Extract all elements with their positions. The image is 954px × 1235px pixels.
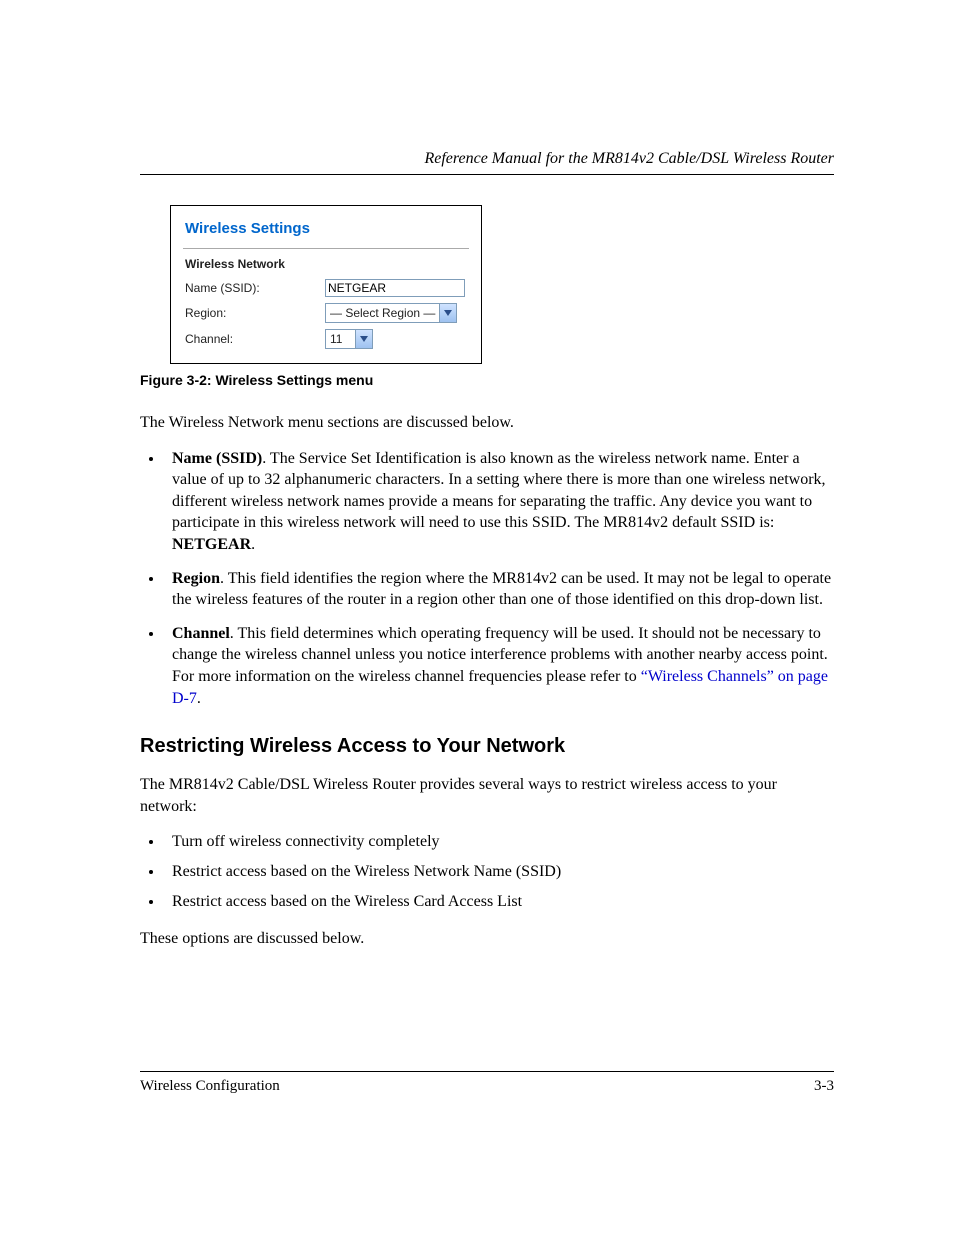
settings-description-list: Name (SSID). The Service Set Identificat… (140, 448, 834, 710)
ssid-label: Name (SSID): (185, 281, 325, 295)
wireless-settings-panel: Wireless Settings Wireless Network Name … (170, 205, 482, 364)
footer-page-number: 3-3 (814, 1078, 834, 1095)
channel-period: . (197, 690, 201, 707)
region-term: Region (172, 570, 220, 587)
restrict-intro: The MR814v2 Cable/DSL Wireless Router pr… (140, 774, 834, 817)
ssid-period: . (251, 536, 255, 553)
figure-caption: Figure 3-2: Wireless Settings menu (140, 372, 834, 388)
footer-section: Wireless Configuration (140, 1078, 280, 1095)
channel-select-value: 11 (326, 330, 355, 348)
channel-term: Channel (172, 625, 230, 642)
page-footer: Wireless Configuration 3-3 (140, 1071, 834, 1095)
region-row: Region: — Select Region — (185, 303, 467, 323)
ssid-default: NETGEAR (172, 536, 251, 553)
running-header: Reference Manual for the MR814v2 Cable/D… (140, 150, 834, 175)
list-item: Region. This field identifies the region… (164, 568, 834, 611)
list-item: Turn off wireless connectivity completel… (164, 831, 834, 853)
ssid-input[interactable] (325, 279, 465, 297)
restricting-access-heading: Restricting Wireless Access to Your Netw… (140, 735, 834, 758)
list-item: Name (SSID). The Service Set Identificat… (164, 448, 834, 556)
region-select-value: — Select Region — (326, 304, 439, 322)
channel-select[interactable]: 11 (325, 329, 373, 349)
intro-paragraph: The Wireless Network menu sections are d… (140, 412, 834, 434)
document-page: Reference Manual for the MR814v2 Cable/D… (0, 0, 954, 1235)
ssid-term: Name (SSID) (172, 450, 262, 467)
panel-title: Wireless Settings (185, 220, 310, 237)
list-item: Channel. This field determines which ope… (164, 623, 834, 709)
restrict-outro: These options are discussed below. (140, 928, 834, 950)
panel-divider (183, 248, 469, 249)
chevron-down-icon (355, 330, 372, 348)
channel-row: Channel: 11 (185, 329, 467, 349)
channel-label: Channel: (185, 332, 325, 346)
region-label: Region: (185, 306, 325, 320)
wireless-network-heading: Wireless Network (185, 257, 467, 271)
region-desc: . This field identifies the region where… (172, 570, 831, 609)
list-item: Restrict access based on the Wireless Ca… (164, 891, 834, 913)
restrict-options-list: Turn off wireless connectivity completel… (140, 831, 834, 912)
ssid-desc-1: . The Service Set Identification is also… (172, 450, 826, 532)
chevron-down-icon (439, 304, 456, 322)
ssid-row: Name (SSID): (185, 279, 467, 297)
list-item: Restrict access based on the Wireless Ne… (164, 861, 834, 883)
region-select[interactable]: — Select Region — (325, 303, 457, 323)
